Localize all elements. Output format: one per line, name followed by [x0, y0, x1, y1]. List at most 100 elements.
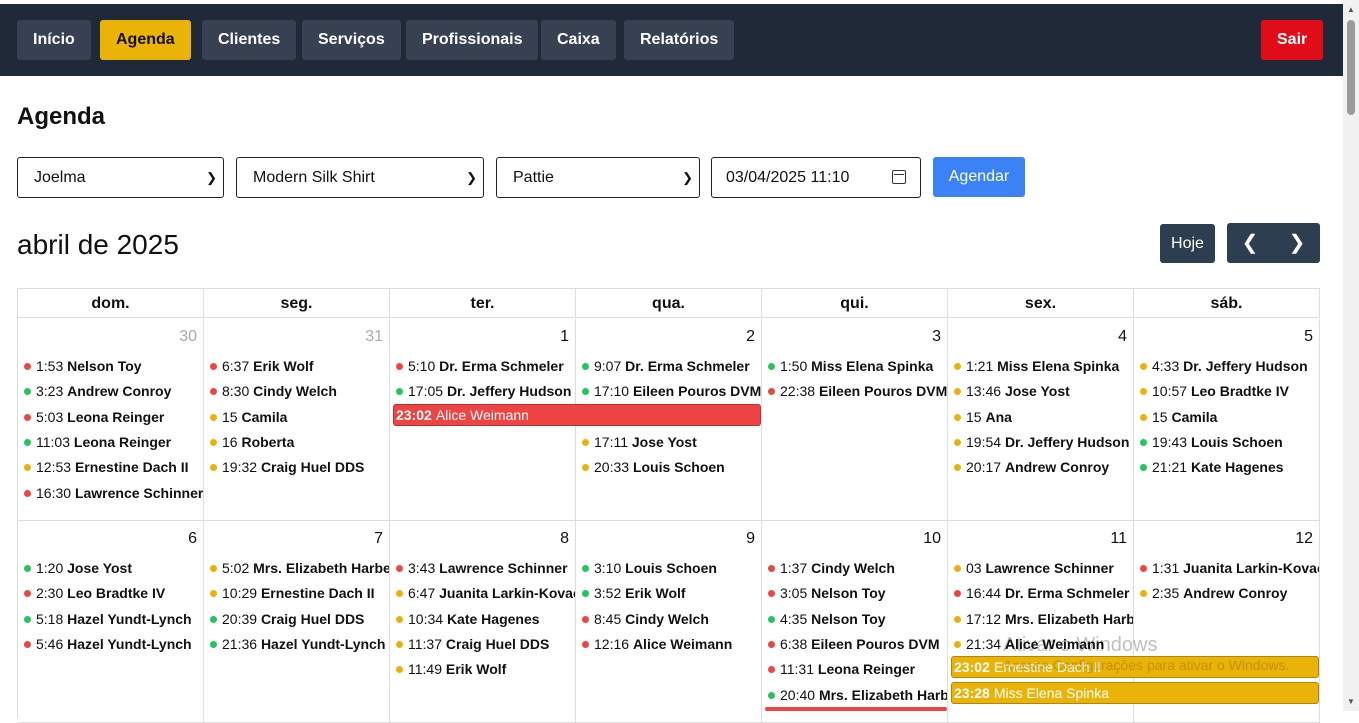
calendar-event[interactable]: 11:37 Craig Huel DDS — [396, 634, 575, 654]
day-cell[interactable]: 30 1:53 Nelson Toy 3:23 Andrew Conroy 5:03 … — [18, 319, 204, 521]
calendar-event[interactable]: 03 Lawrence Schinner — [954, 558, 1133, 578]
calendar-event[interactable]: 19:54 Dr. Jeffery Hudson — [954, 432, 1133, 452]
calendar-event[interactable]: 5:03 Leona Reinger — [24, 407, 203, 427]
calendar-event[interactable]: 3:43 Lawrence Schinner — [396, 558, 575, 578]
day-cell[interactable]: 8 3:43 Lawrence Schinner 6:47 Juanita Lark… — [390, 521, 576, 723]
calendar-event[interactable]: 2:35 Andrew Conroy — [1140, 583, 1319, 603]
day-number[interactable]: 7 — [374, 530, 383, 548]
scrollbar-thumb[interactable] — [1347, 20, 1355, 115]
calendar-event[interactable]: 2:30 Leo Bradtke IV — [24, 583, 203, 603]
day-number[interactable]: 10 — [923, 530, 941, 548]
chevron-right-icon[interactable]: ❯ — [1274, 223, 1320, 263]
day-number[interactable]: 5 — [1304, 328, 1313, 346]
nav-caixa[interactable]: Caixa — [541, 20, 616, 60]
day-number[interactable]: 6 — [188, 530, 197, 548]
calendar-icon[interactable] — [892, 170, 906, 184]
day-number[interactable]: 9 — [746, 530, 755, 548]
calendar-event[interactable]: 10:57 Leo Bradtke IV — [1140, 381, 1319, 401]
calendar-event[interactable]: 1:21 Miss Elena Spinka — [954, 356, 1133, 376]
day-cell[interactable]: 3 1:50 Miss Elena Spinka 22:38 Eileen Pour… — [762, 319, 948, 521]
nav-agenda[interactable]: Agenda — [100, 20, 191, 60]
calendar-event[interactable]: 10:29 Ernestine Dach II — [210, 583, 389, 603]
day-number[interactable]: 4 — [1118, 328, 1127, 346]
calendar-event[interactable]: 4:35 Nelson Toy — [768, 609, 947, 629]
calendar-event[interactable]: 13:46 Jose Yost — [954, 381, 1133, 401]
day-number[interactable]: 31 — [365, 328, 383, 346]
calendar-event[interactable]: 3:23 Andrew Conroy — [24, 381, 203, 401]
calendar-event[interactable]: 20:40 Mrs. Elizabeth Harber — [768, 685, 947, 705]
nav-servicos[interactable]: Serviços — [302, 20, 401, 60]
day-number[interactable]: 1 — [560, 328, 569, 346]
calendar-event[interactable]: 20:33 Louis Schoen — [582, 457, 761, 477]
datetime-input[interactable]: 03/04/2025 11:10 — [711, 157, 921, 198]
calendar-event[interactable]: 5:18 Hazel Yundt-Lynch — [24, 609, 203, 629]
calendar-event[interactable]: 3:52 Erik Wolf — [582, 583, 761, 603]
calendar-event[interactable]: 16:44 Dr. Erma Schmeler — [954, 583, 1133, 603]
calendar-event[interactable]: 3:05 Nelson Toy — [768, 583, 947, 603]
calendar-event[interactable]: 6:47 Juanita Larkin-Kovacek — [396, 583, 575, 603]
calendar-event[interactable]: 1:31 Juanita Larkin-Kovacek — [1140, 558, 1319, 578]
scroll-up-icon[interactable]: ▲ — [1347, 5, 1355, 14]
calendar-event[interactable]: 9:07 Dr. Erma Schmeler — [582, 356, 761, 376]
calendar-event[interactable]: 3:10 Louis Schoen — [582, 558, 761, 578]
calendar-event[interactable]: 20:17 Andrew Conroy — [954, 457, 1133, 477]
calendar-event[interactable]: 21:21 Kate Hagenes — [1140, 457, 1319, 477]
calendar-event[interactable]: 1:53 Nelson Toy — [24, 356, 203, 376]
calendar-event[interactable]: 6:37 Erik Wolf — [210, 356, 389, 376]
calendar-event[interactable]: 19:43 Louis Schoen — [1140, 432, 1319, 452]
multi-day-event[interactable] — [765, 707, 947, 711]
calendar-event[interactable]: 6:38 Eileen Pouros DVM — [768, 634, 947, 654]
multi-day-event[interactable]: 23:02 Alice Weimann — [393, 403, 761, 426]
day-cell[interactable]: 10 1:37 Cindy Welch 3:05 Nelson Toy 4:35 Ne… — [762, 521, 948, 723]
calendar-event[interactable]: 15 Camila — [210, 407, 389, 427]
calendar-event[interactable]: 8:45 Cindy Welch — [582, 609, 761, 629]
client-select[interactable]: Joelma ❯ — [17, 157, 224, 198]
nav-inicio[interactable]: Início — [17, 20, 91, 60]
agendar-button[interactable]: Agendar — [933, 157, 1025, 197]
calendar-event[interactable]: 20:39 Craig Huel DDS — [210, 609, 389, 629]
day-cell[interactable]: 31 6:37 Erik Wolf 8:30 Cindy Welch 15 Camil… — [204, 319, 390, 521]
calendar-event[interactable]: 19:32 Craig Huel DDS — [210, 457, 389, 477]
calendar-event[interactable]: 22:38 Eileen Pouros DVM — [768, 381, 947, 401]
calendar-event[interactable]: 1:37 Cindy Welch — [768, 558, 947, 578]
day-cell[interactable]: 4 1:21 Miss Elena Spinka 13:46 Jose Yost 15… — [948, 319, 1134, 521]
calendar-event[interactable]: 5:02 Mrs. Elizabeth Harber — [210, 558, 389, 578]
calendar-event[interactable]: 4:33 Dr. Jeffery Hudson — [1140, 356, 1319, 376]
calendar-event[interactable]: 10:34 Kate Hagenes — [396, 609, 575, 629]
calendar-event[interactable]: 15 Camila — [1140, 407, 1319, 427]
day-cell[interactable]: 7 5:02 Mrs. Elizabeth Harber 10:29 Ernesti… — [204, 521, 390, 723]
day-number[interactable]: 3 — [932, 328, 941, 346]
calendar-event[interactable]: 5:46 Hazel Yundt-Lynch — [24, 634, 203, 654]
calendar-event[interactable]: 17:05 Dr. Jeffery Hudson — [396, 381, 575, 401]
logout-button[interactable]: Sair — [1261, 20, 1324, 60]
today-button[interactable]: Hoje — [1160, 224, 1215, 263]
calendar-event[interactable]: 17:12 Mrs. Elizabeth Harber — [954, 609, 1133, 629]
multi-day-event[interactable]: 23:28 Miss Elena Spinka — [951, 681, 1319, 704]
day-number[interactable]: 30 — [179, 328, 197, 346]
calendar-event[interactable]: 17:11 Jose Yost — [582, 432, 761, 452]
day-number[interactable]: 12 — [1295, 530, 1313, 548]
professional-select[interactable]: Pattie ❯ — [496, 157, 700, 198]
day-cell[interactable]: 6 1:20 Jose Yost 2:30 Leo Bradtke IV 5:18 H… — [18, 521, 204, 723]
calendar-event[interactable]: 16:30 Lawrence Schinner — [24, 483, 203, 503]
day-number[interactable]: 8 — [560, 530, 569, 548]
day-number[interactable]: 11 — [1110, 530, 1127, 548]
calendar-event[interactable]: 5:10 Dr. Erma Schmeler — [396, 356, 575, 376]
nav-relatorios[interactable]: Relatórios — [624, 20, 735, 60]
calendar-event[interactable]: 17:10 Eileen Pouros DVM — [582, 381, 761, 401]
calendar-event[interactable]: 11:49 Erik Wolf — [396, 659, 575, 679]
calendar-event[interactable]: 1:50 Miss Elena Spinka — [768, 356, 947, 376]
calendar-event[interactable]: 11:03 Leona Reinger — [24, 432, 203, 452]
day-cell[interactable]: 9 3:10 Louis Schoen 3:52 Erik Wolf 8:45 Cin… — [576, 521, 762, 723]
service-select[interactable]: Modern Silk Shirt ❯ — [236, 157, 484, 198]
calendar-event[interactable]: 16 Roberta — [210, 432, 389, 452]
calendar-event[interactable]: 11:31 Leona Reinger — [768, 659, 947, 679]
calendar-event[interactable]: 12:16 Alice Weimann — [582, 634, 761, 654]
day-cell[interactable]: 5 4:33 Dr. Jeffery Hudson 10:57 Leo Bradtk… — [1134, 319, 1320, 521]
nav-profissionais[interactable]: Profissionais — [406, 20, 539, 60]
chevron-left-icon[interactable]: ❮ — [1227, 223, 1273, 263]
calendar-event[interactable]: 8:30 Cindy Welch — [210, 381, 389, 401]
nav-clientes[interactable]: Clientes — [202, 20, 297, 60]
scroll-down-icon[interactable]: ▼ — [1347, 697, 1355, 706]
calendar-event[interactable]: 15 Ana — [954, 407, 1133, 427]
